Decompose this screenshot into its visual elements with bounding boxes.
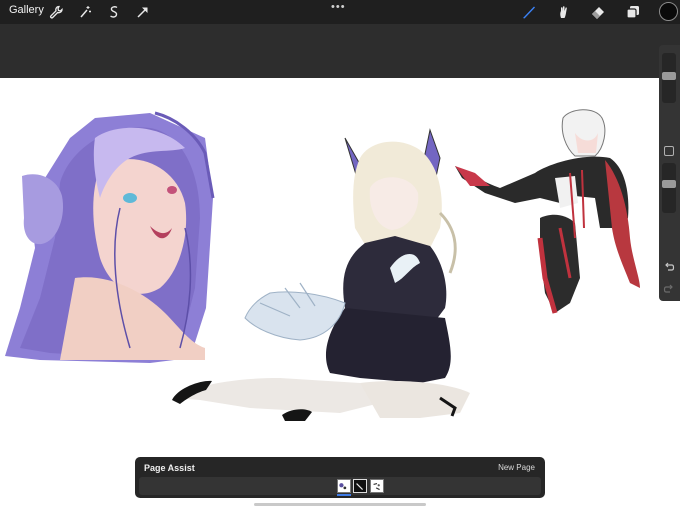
procreate-app: Gallery ••• Page Assist New Page bbox=[0, 0, 680, 510]
selection-icon[interactable] bbox=[105, 3, 123, 21]
sitting-figure-sketch bbox=[172, 128, 470, 421]
opacity-slider-thumb[interactable] bbox=[662, 180, 676, 188]
more-options-button[interactable]: ••• bbox=[331, 1, 346, 13]
page-thumbnail-1[interactable] bbox=[337, 479, 351, 493]
wrench-icon[interactable] bbox=[47, 3, 65, 21]
brush-size-slider-thumb[interactable] bbox=[662, 72, 676, 80]
brush-size-slider[interactable] bbox=[662, 53, 676, 103]
color-picker-swatch[interactable] bbox=[659, 2, 678, 21]
layers-icon[interactable] bbox=[624, 3, 642, 21]
page-thumbnail-2[interactable] bbox=[353, 479, 367, 493]
portrait-sketch bbox=[5, 111, 215, 363]
modify-square-icon[interactable] bbox=[664, 146, 674, 156]
canvas-artwork[interactable] bbox=[0, 78, 680, 510]
page-assist-panel: Page Assist New Page bbox=[135, 457, 545, 498]
transform-arrow-icon[interactable] bbox=[134, 3, 152, 21]
page-thumbnail-3[interactable] bbox=[370, 479, 384, 493]
selected-page-indicator bbox=[337, 494, 351, 496]
gallery-button[interactable]: Gallery bbox=[9, 4, 44, 16]
undo-icon[interactable] bbox=[663, 261, 675, 273]
smudge-icon[interactable] bbox=[554, 3, 572, 21]
standing-figure-sketch bbox=[455, 109, 640, 314]
redo-icon[interactable] bbox=[663, 283, 675, 295]
brush-sidebar bbox=[659, 45, 680, 301]
home-indicator bbox=[254, 503, 426, 506]
eraser-icon[interactable] bbox=[589, 3, 607, 21]
page-thumbnail-strip bbox=[139, 477, 541, 496]
new-page-button[interactable]: New Page bbox=[498, 463, 535, 472]
magic-wand-icon[interactable] bbox=[76, 3, 94, 21]
top-toolbar: Gallery ••• bbox=[0, 0, 680, 24]
canvas-top-band bbox=[0, 24, 680, 78]
opacity-slider[interactable] bbox=[662, 163, 676, 213]
page-assist-title: Page Assist bbox=[144, 463, 195, 473]
brush-icon[interactable] bbox=[520, 3, 538, 21]
